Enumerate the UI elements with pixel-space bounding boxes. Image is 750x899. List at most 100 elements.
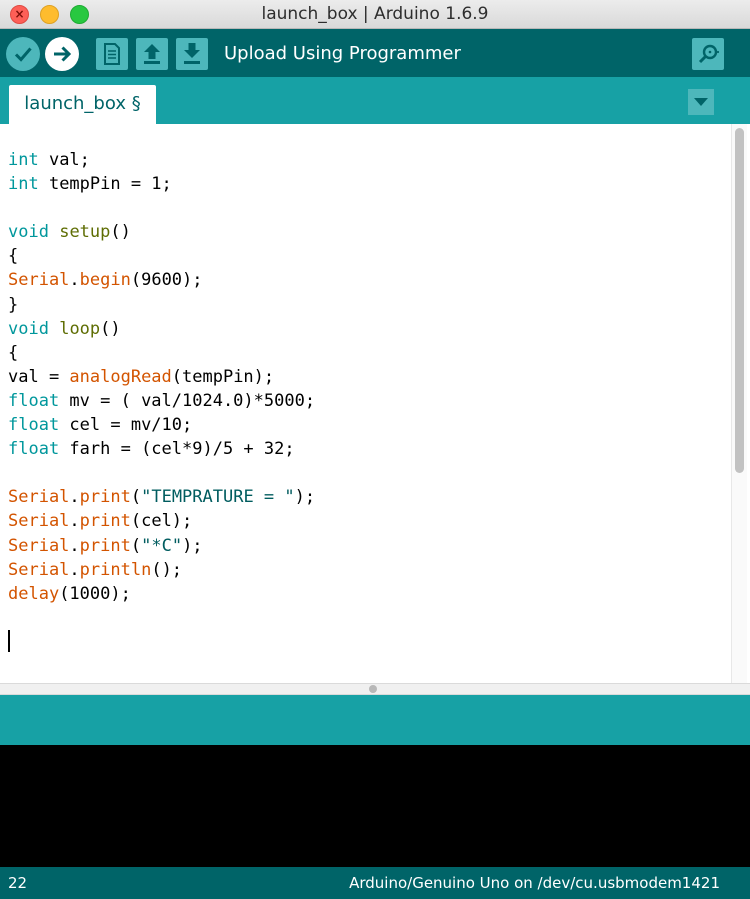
status-bar: 22 Arduino/Genuino Uno on /dev/cu.usbmod… — [0, 867, 750, 899]
code-token: (9600); — [130, 270, 203, 291]
code-token: () — [110, 222, 131, 243]
code-token: Serial — [8, 511, 70, 532]
open-sketch-button[interactable] — [136, 38, 168, 70]
code-token: { — [8, 342, 19, 363]
code-token: "*C" — [141, 535, 183, 556]
code-token: mv = ( val/1024.0)*5000; — [59, 390, 316, 411]
code-token: int — [8, 174, 39, 195]
code-token: void — [8, 222, 49, 243]
code-token: analogRead — [69, 366, 172, 387]
code-token: setup — [59, 222, 111, 243]
code-token: loop — [59, 318, 101, 339]
document-icon — [104, 43, 120, 65]
code-token: ); — [294, 487, 316, 508]
code-token: ( — [130, 535, 142, 556]
toolbar-hint: Upload Using Programmer — [224, 43, 461, 64]
code-token: . — [69, 559, 80, 580]
code-token: float — [8, 390, 60, 411]
code-line: int val; — [8, 148, 315, 172]
triangle-down-icon — [694, 98, 708, 106]
code-token: } — [8, 294, 19, 315]
title-bar: × launch_box | Arduino 1.6.9 — [0, 0, 750, 29]
code-line: Serial.begin(9600); — [8, 268, 315, 292]
message-area — [0, 695, 750, 745]
code-line: } — [8, 293, 315, 317]
code-token: ( — [130, 487, 142, 508]
toolbar: Upload Using Programmer — [0, 29, 750, 77]
code-token: farh = (cel*9)/5 + 32; — [59, 439, 295, 460]
tab-label: launch_box § — [24, 93, 141, 114]
tab-menu-button[interactable] — [688, 89, 714, 115]
code-line: Serial.print("TEMPRATURE = "); — [8, 485, 315, 509]
code-token: ); — [182, 535, 203, 556]
board-port-status: Arduino/Genuino Uno on /dev/cu.usbmodem1… — [349, 874, 720, 892]
new-sketch-button[interactable] — [96, 38, 128, 70]
editor-scrollbar-thumb[interactable] — [735, 128, 744, 473]
code-token: println — [79, 559, 152, 580]
save-sketch-button[interactable] — [176, 38, 208, 70]
code-line: { — [8, 244, 315, 268]
splitter-handle[interactable] — [369, 685, 377, 693]
tab-launch-box[interactable]: launch_box § — [9, 85, 156, 124]
verify-button[interactable] — [6, 37, 40, 71]
code-line: float cel = mv/10; — [8, 413, 315, 437]
magnifier-icon — [698, 44, 720, 64]
code-line: int tempPin = 1; — [8, 172, 315, 196]
code-line: Serial.print(cel); — [8, 509, 315, 533]
code-text[interactable]: int val; int tempPin = 1; void setup(){Ser… — [8, 148, 315, 606]
code-token: val = — [8, 366, 70, 387]
code-token: print — [79, 535, 131, 556]
code-line: void loop() — [8, 317, 315, 341]
code-token: . — [69, 487, 80, 508]
code-token: (tempPin); — [171, 366, 275, 387]
code-token: "TEMPRATURE = " — [141, 487, 295, 508]
arrow-down-icon — [184, 43, 200, 64]
console-output[interactable] — [0, 745, 750, 867]
tab-strip: launch_box § — [0, 77, 750, 124]
code-token: (1000); — [59, 583, 131, 604]
code-token: begin — [79, 270, 131, 291]
line-number: 22 — [8, 874, 28, 892]
code-token: Serial — [8, 559, 70, 580]
pane-splitter[interactable] — [0, 683, 750, 695]
code-line: void setup() — [8, 220, 315, 244]
code-token: () — [100, 318, 121, 339]
code-line: { — [8, 341, 315, 365]
arrow-right-icon — [54, 46, 72, 62]
code-token: cel = mv/10; — [59, 415, 193, 436]
code-token: print — [79, 487, 131, 508]
code-token: (cel); — [130, 511, 193, 532]
code-token: tempPin = 1; — [38, 174, 172, 195]
upload-button[interactable] — [45, 37, 79, 71]
editor-scrollbar[interactable] — [731, 124, 747, 683]
arduino-ide-window: × launch_box | Arduino 1.6.9 Upload Usin… — [0, 0, 750, 899]
text-caret — [8, 630, 10, 652]
code-token: . — [69, 535, 80, 556]
arrow-up-icon — [144, 44, 160, 64]
code-token: float — [8, 415, 60, 436]
code-token: void — [8, 318, 49, 339]
code-editor[interactable]: int val; int tempPin = 1; void setup(){Ser… — [0, 124, 750, 683]
code-token: float — [8, 439, 60, 460]
code-line: Serial.println(); — [8, 558, 315, 582]
code-token: Serial — [8, 487, 70, 508]
code-token: delay — [8, 583, 60, 604]
code-token: print — [79, 511, 131, 532]
code-token: . — [69, 511, 80, 532]
code-token: Serial — [8, 535, 70, 556]
code-line: Serial.print("*C"); — [8, 534, 315, 558]
code-line: float farh = (cel*9)/5 + 32; — [8, 437, 315, 461]
check-icon — [14, 47, 32, 62]
code-token: int — [8, 150, 39, 170]
window-title: launch_box | Arduino 1.6.9 — [261, 4, 489, 24]
code-line: delay(1000); — [8, 582, 315, 606]
code-token: . — [69, 270, 80, 291]
code-token: (); — [151, 559, 183, 580]
code-token: Serial — [8, 270, 70, 291]
code-line: float mv = ( val/1024.0)*5000; — [8, 389, 315, 413]
serial-monitor-button[interactable] — [692, 38, 724, 70]
